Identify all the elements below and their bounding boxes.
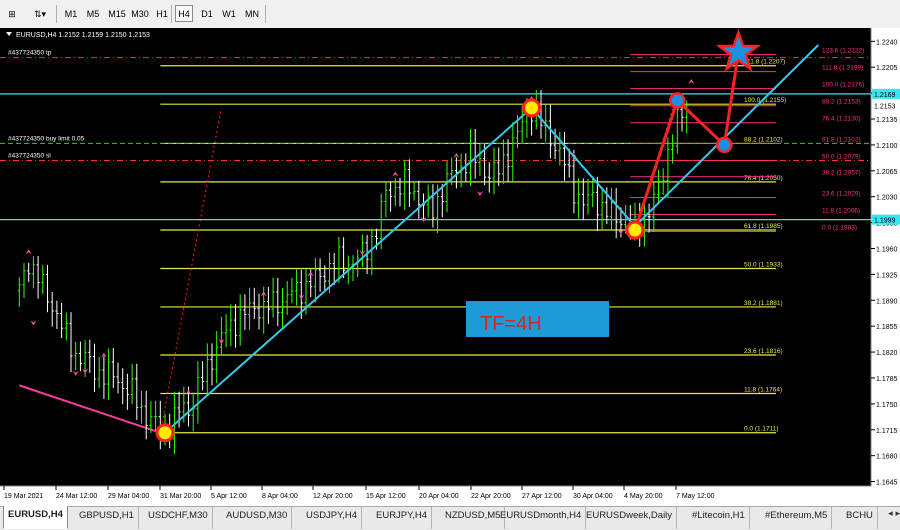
fib-minor-level-label: 38.2 (1.2057) [822,170,861,177]
fib-minor-level-label: 100.0 (1.2176) [822,82,864,89]
price-tag-label: 1.2169 [874,92,896,99]
x-tick-label: 7 May 12:00 [676,493,715,500]
chart-tab[interactable]: GBPUSD,H1 [75,507,139,529]
chart-tab[interactable]: BCHU [842,507,878,529]
timeframe-button-m30[interactable]: M30 [130,5,150,22]
fib-major-level-label: 76.4 (1.2050) [744,175,783,182]
fib-major-level-label: 38.2 (1.1881) [744,300,783,307]
fib-major-level-label: 0.0 (1.1711) [744,426,779,433]
fib-minor-level-label: 88.2 (1.2153) [822,99,861,106]
fib-minor-level-label: 76.4 (1.2130) [822,116,861,123]
y-tick-label: 1.1820 [876,350,898,357]
chart-tab-bar: EURUSD,H4 GBPUSD,H1 USDCHF,M30 AUDUSD,M30 US… [0,506,900,530]
chart-tab[interactable]: EURUSDweek,Daily [582,507,678,529]
timeframe-button-w1[interactable]: W1 [220,5,238,22]
y-tick-label: 1.2135 [876,117,898,124]
fib-major-level-label: 88.2 (1.2102) [744,136,783,143]
x-tick-label: 5 Apr 12:00 [211,493,247,500]
toolbar-separator [171,5,172,23]
timeframe-button-mn[interactable]: MN [242,5,262,22]
fib-minor-level-label: 111.8 (1.2199) [822,65,863,72]
x-tick-label: 8 Apr 04:00 [262,493,298,500]
y-tick-label: 1.1925 [876,272,898,279]
price-chart[interactable]: 1.1645 1.1680 1.1715 1.1750 1.1785 1.1820 1.18… [0,28,900,506]
y-tick-label: 1.2065 [876,169,898,176]
y-tick-label: 1.1715 [876,428,898,435]
swing-point-marker [522,98,542,118]
fib-major-level-label: 11.8 (1.1764) [744,387,782,394]
price-tag-label: 1.2153 [874,104,896,111]
fib-minor-level-label: 23.6 (1.2029) [822,190,861,197]
fib-minor-level-label: 11.8 (1.2006) [822,207,860,214]
y-tick-label: 1.1680 [876,454,898,461]
x-tick-label: 30 Apr 04:00 [573,493,613,500]
x-tick-label: 29 Mar 04:00 [108,493,149,500]
chart-tab[interactable]: AUDUSD,M30 [222,507,293,529]
x-tick-label: 24 Mar 12:00 [56,493,97,500]
chart-symbol-header: EURUSD,H4 1.2152 1.2159 1.2150 1.2153 [16,32,150,39]
x-tick-label: 20 Apr 04:00 [419,493,459,500]
x-tick-label: 22 Apr 20:00 [471,493,511,500]
y-tick-label: 1.1645 [876,480,898,487]
fib-major-level-label: 23.6 (1.1816) [744,348,783,355]
period-dropdown-icon[interactable]: ⇅▾ [28,5,52,22]
x-tick-label: 12 Apr 20:00 [313,493,353,500]
y-tick-label: 1.2240 [876,39,898,46]
x-tick-label: 31 Mar 20:00 [160,493,201,500]
y-tick-label: 1.1855 [876,324,898,331]
x-tick-label: 4 May 20:00 [624,493,663,500]
fib-minor-level-label: 123.6 (1.2222) [822,48,864,55]
order-label-sl: #437724350 sl [8,152,51,159]
projection-node [669,92,686,109]
terminal-window: ⊞ ⇅▾ M1 M5 M15 M30 H1 H4 D1 W1 MN 1.1645 1.1680 1.… [0,0,900,530]
timeframe-button-d1[interactable]: D1 [198,5,216,22]
fib-major-level-label: 61.8 (1.1985) [744,223,783,230]
timeframe-button-m5[interactable]: M5 [84,5,102,22]
price-tag-label: 1.1999 [874,218,896,225]
timeframe-button-h1[interactable]: H1 [153,5,171,22]
x-tick-label: 27 Apr 12:00 [522,493,562,500]
chart-tab[interactable]: USDJPY,H4 [302,507,363,529]
timeframe-toolbar: ⊞ ⇅▾ M1 M5 M15 M30 H1 H4 D1 W1 MN [0,0,900,29]
chart-background [0,28,871,506]
fib-major-level-label: 50.0 (1.1933) [744,261,783,268]
fib-minor-level-label: 50.0 (1.2079) [822,153,861,160]
tab-scroll-arrows-icon[interactable]: ◂ ▸ [888,509,900,519]
fib-minor-level-label: 61.8 (1.2102) [822,136,861,143]
y-tick-label: 1.1750 [876,402,898,409]
timeframe-box-label: TF=4H [480,313,542,335]
fib-minor-level-label: 0.0 (1.1983) [822,224,857,231]
chart-tab[interactable]: EURUSD,H4 [3,506,68,529]
timeframe-button-m15[interactable]: M15 [106,5,128,22]
chart-tab[interactable]: EURJPY,H4 [372,507,433,529]
timeframe-button-h4[interactable]: H4 [175,5,193,22]
order-label-buy_limit: #437724350 buy limit 0.05 [8,135,85,142]
y-tick-label: 1.2205 [876,65,898,72]
timeframe-button-m1[interactable]: M1 [62,5,80,22]
x-tick-label: 19 Mar 2021 [4,493,43,500]
toolbar-separator [265,5,266,23]
x-tick-label: 15 Apr 12:00 [366,493,406,500]
chart-tab[interactable]: EURUSDmonth,H4 [496,507,587,529]
crosshair-menu-icon[interactable]: ⊞ [3,5,21,22]
y-tick-label: 1.2100 [876,143,898,150]
y-tick-label: 1.1960 [876,246,898,253]
projection-node [716,136,733,154]
swing-point-marker [155,423,175,443]
chart-tab[interactable]: USDCHF,M30 [144,507,213,529]
y-tick-label: 1.1785 [876,376,898,383]
toolbar-separator [56,5,57,23]
order-label-tp: #437724350 tp [8,50,52,57]
chart-tab[interactable]: #Litecoin,H1 [688,507,750,529]
y-tick-label: 1.1890 [876,298,898,305]
chart-tab[interactable]: #Ethereum,M5 [761,507,833,529]
y-tick-label: 1.2030 [876,195,898,202]
swing-point-marker [625,220,645,240]
